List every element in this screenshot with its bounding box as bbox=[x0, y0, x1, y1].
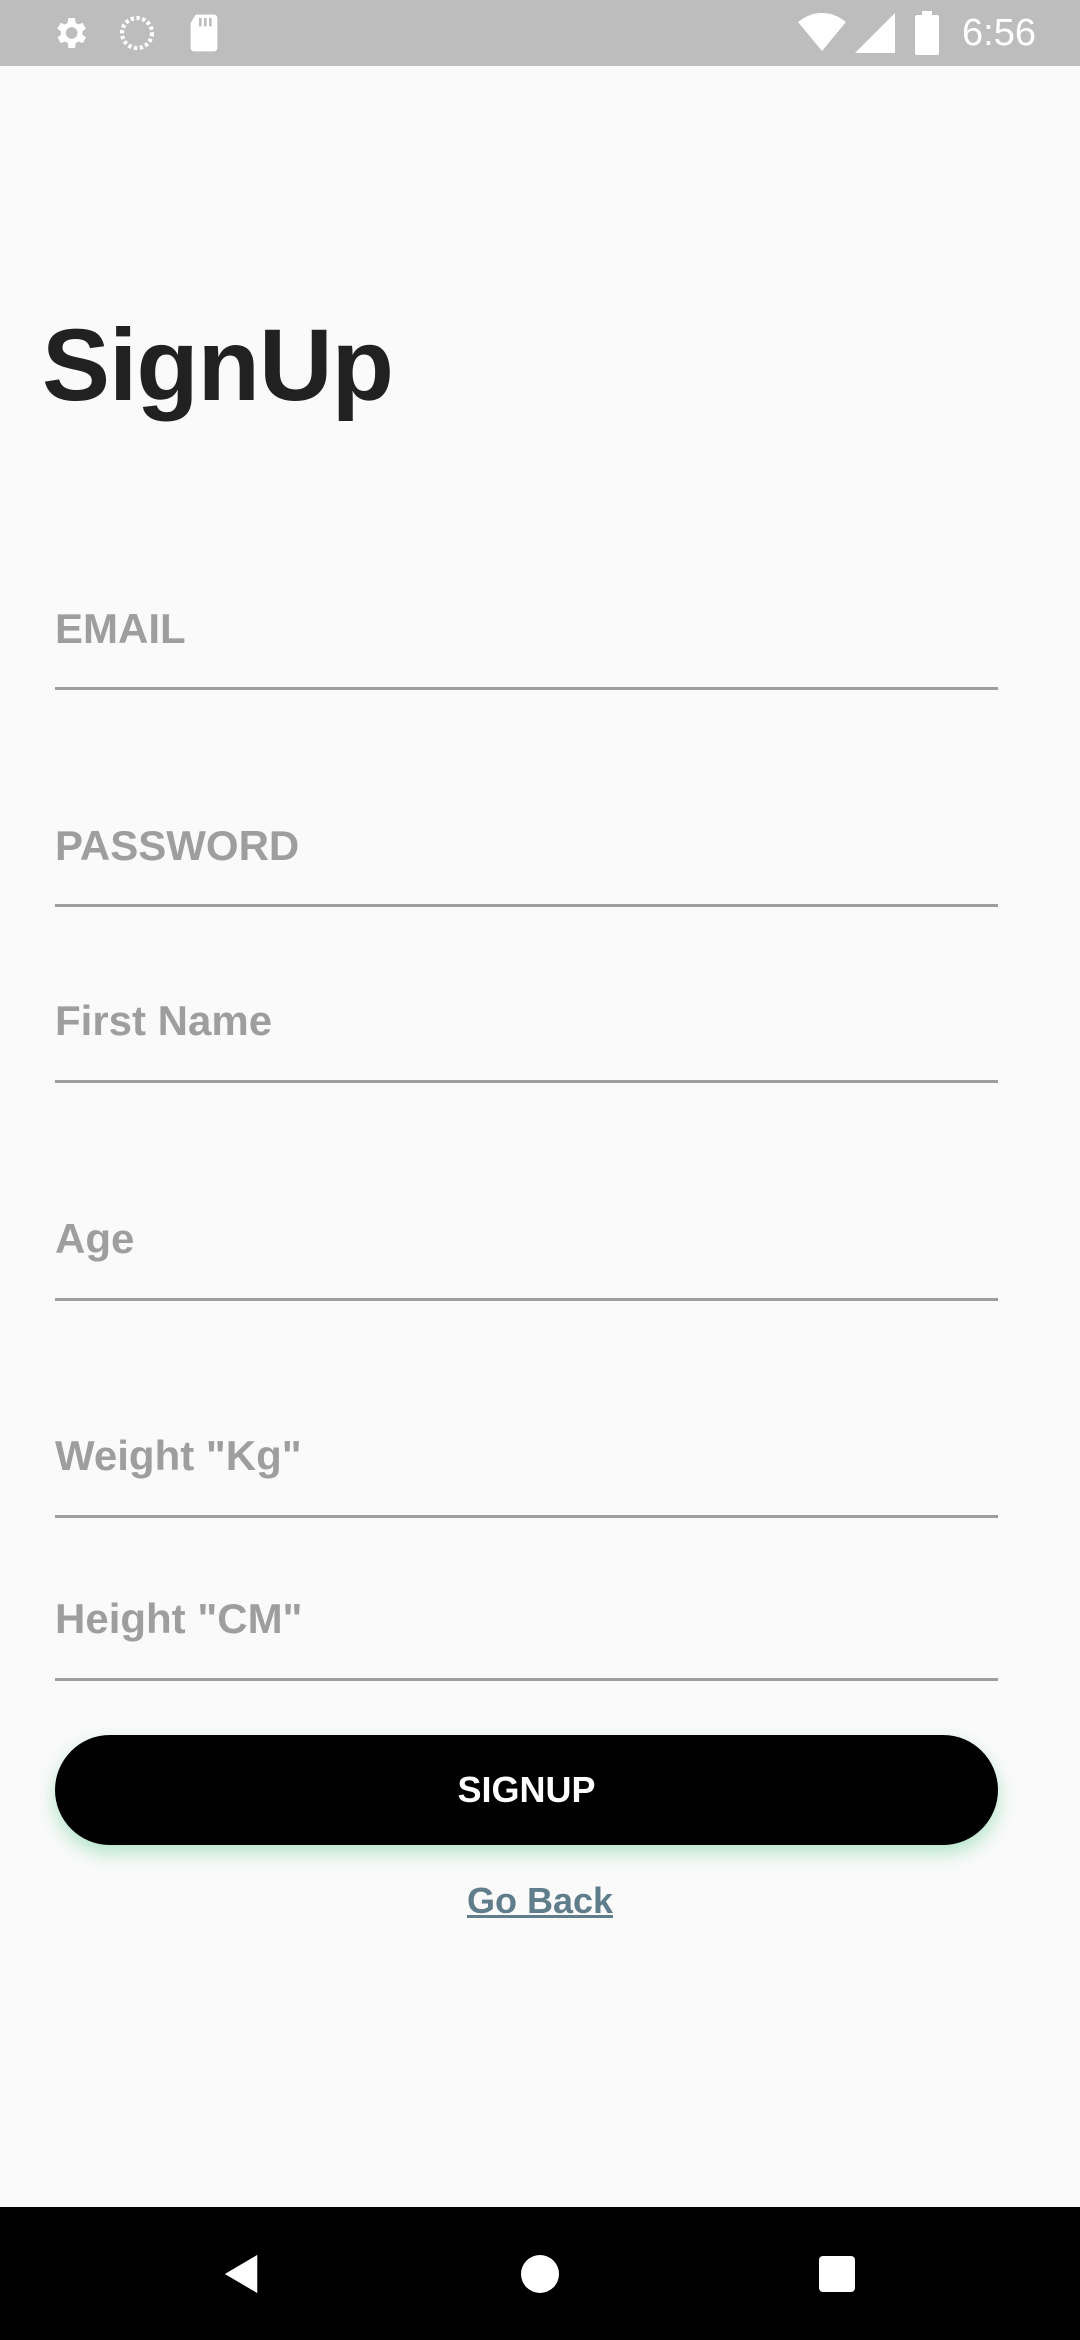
sync-icon bbox=[117, 0, 157, 66]
age-field[interactable] bbox=[55, 1180, 998, 1301]
back-icon[interactable] bbox=[202, 2207, 282, 2340]
signal-icon bbox=[855, 0, 895, 66]
email-field[interactable] bbox=[55, 570, 998, 690]
first-name-field[interactable] bbox=[55, 962, 998, 1083]
signup-button[interactable]: SIGNUP bbox=[55, 1735, 998, 1845]
battery-icon bbox=[914, 0, 940, 66]
height-field[interactable] bbox=[55, 1560, 998, 1681]
home-icon[interactable] bbox=[500, 2207, 580, 2340]
sd-card-icon bbox=[186, 0, 222, 66]
password-field[interactable] bbox=[55, 787, 998, 907]
recents-icon[interactable] bbox=[797, 2207, 877, 2340]
wifi-icon bbox=[798, 0, 846, 66]
status-time: 6:56 bbox=[962, 12, 1036, 54]
navigation-bar bbox=[0, 2207, 1080, 2340]
weight-field[interactable] bbox=[55, 1397, 998, 1518]
page-title: SignUp bbox=[42, 308, 394, 422]
gear-icon bbox=[50, 0, 90, 66]
status-bar: 6:56 bbox=[0, 0, 1080, 66]
go-back-link[interactable]: Go Back bbox=[0, 1880, 1080, 1922]
